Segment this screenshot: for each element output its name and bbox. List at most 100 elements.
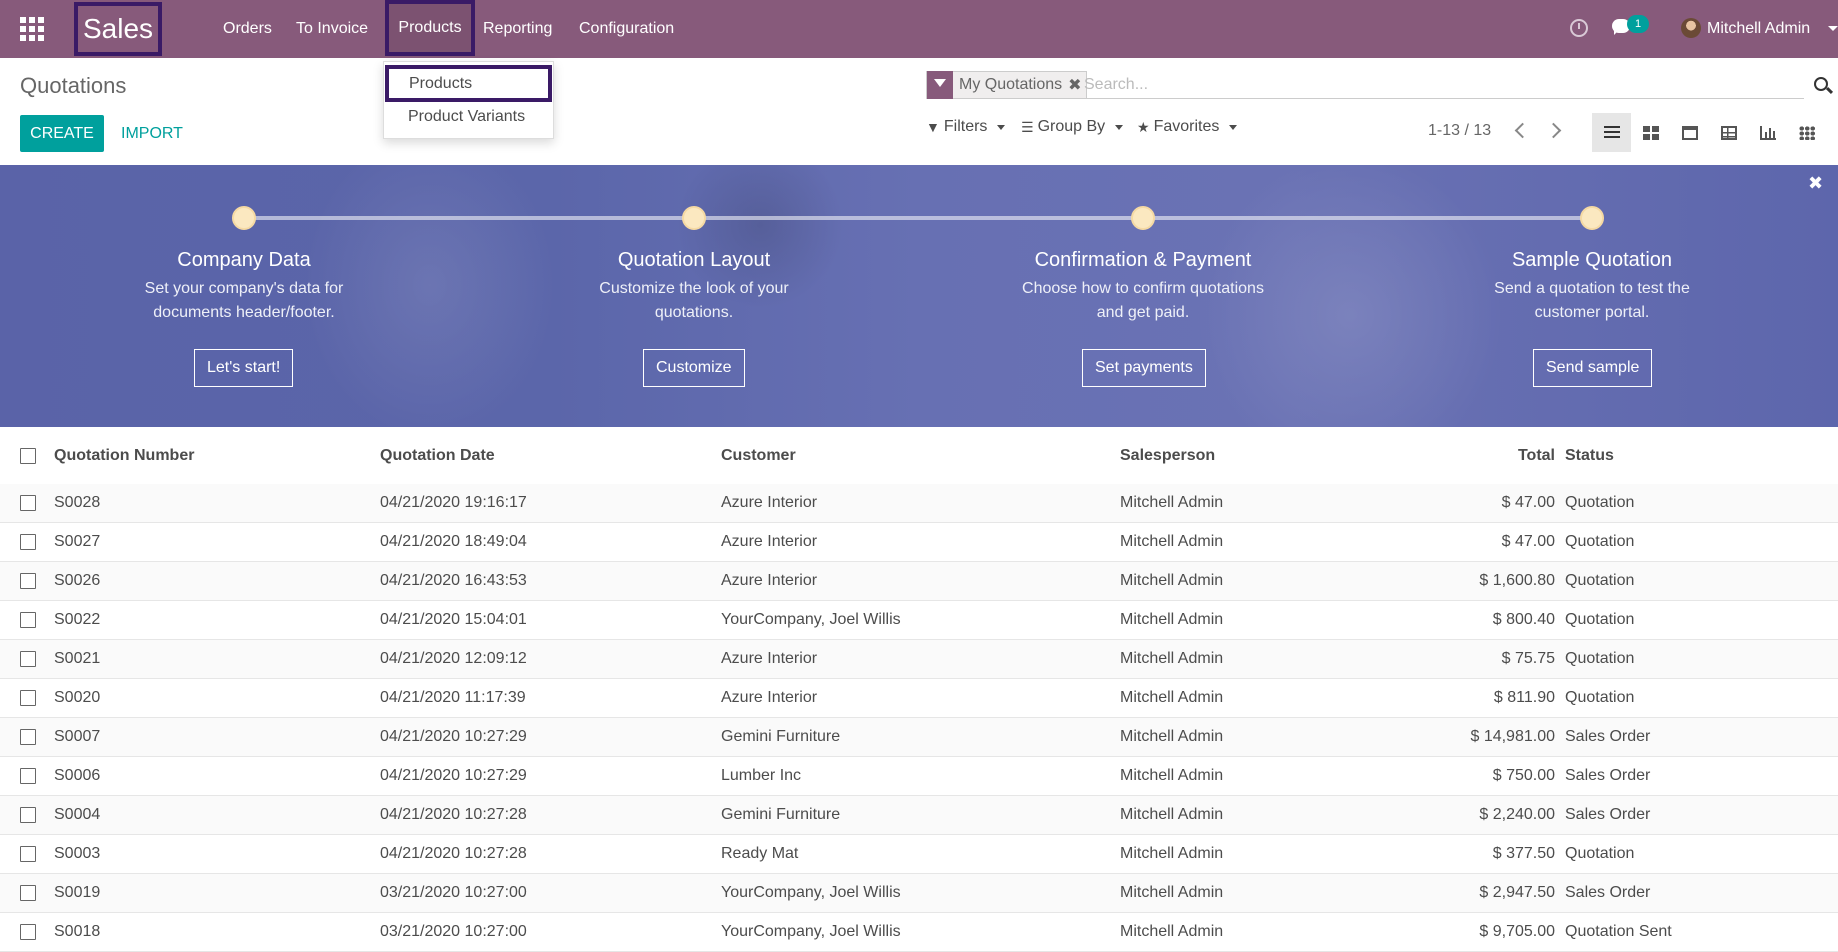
facet-label: My Quotations — [959, 76, 1063, 93]
cell-status: Quotation — [1565, 689, 1635, 706]
table-row[interactable]: S0007 04/21/2020 10:27:29 Gemini Furniture… — [0, 718, 1838, 757]
calendar-view-button[interactable] — [1670, 113, 1709, 152]
apps-menu-icon[interactable] — [20, 17, 44, 41]
step-dot — [1580, 206, 1604, 230]
customize-button[interactable]: Customize — [643, 349, 745, 387]
table-row[interactable]: S0019 03/21/2020 10:27:00 YourCompany, Joe… — [0, 874, 1838, 913]
row-checkbox[interactable] — [20, 846, 36, 862]
facet-remove-icon[interactable]: ✖ — [1068, 75, 1085, 95]
dropdown-item-products[interactable]: Products — [385, 65, 552, 102]
cell-customer: YourCompany, Joel Willis — [721, 923, 901, 940]
step-description: Send a quotation to test the — [1494, 280, 1690, 297]
row-checkbox[interactable] — [20, 729, 36, 745]
col-customer[interactable]: Customer — [721, 437, 796, 475]
row-checkbox[interactable] — [20, 612, 36, 628]
cell-status: Quotation Sent — [1565, 923, 1672, 940]
row-checkbox[interactable] — [20, 807, 36, 823]
progress-track — [244, 216, 1592, 220]
table-row[interactable]: S0022 04/21/2020 15:04:01 YourCompany, Joe… — [0, 601, 1838, 640]
favorites-dropdown[interactable]: ★ Favorites — [1137, 118, 1238, 136]
user-menu[interactable]: Mitchell Admin — [1707, 0, 1810, 58]
cell-quotation-number: S0019 — [54, 884, 101, 901]
set-payments-button[interactable]: Set payments — [1082, 349, 1206, 387]
step-quotation-layout: Quotation Layout Customize the look of y… — [544, 248, 844, 325]
create-button[interactable]: CREATE — [20, 115, 104, 152]
cell-total: $ 47.00 — [1501, 494, 1555, 511]
user-avatar[interactable] — [1681, 18, 1701, 38]
table-row[interactable]: S0027 04/21/2020 18:49:04 Azure Interior Mi… — [0, 523, 1838, 562]
col-status[interactable]: Status — [1565, 437, 1614, 475]
search-facet: My Quotations ✖ — [926, 71, 1087, 99]
import-button[interactable]: IMPORT — [121, 115, 183, 152]
cell-salesperson: Mitchell Admin — [1120, 533, 1224, 550]
cell-quotation-number: S0006 — [54, 767, 101, 784]
filter-icon — [927, 71, 953, 99]
lets-start-button[interactable]: Let's start! — [194, 349, 294, 387]
filters-dropdown[interactable]: ▼ Filters — [926, 118, 1006, 136]
graph-view-button[interactable] — [1748, 113, 1787, 152]
row-checkbox[interactable] — [20, 924, 36, 940]
cell-salesperson: Mitchell Admin — [1120, 494, 1224, 511]
cell-status: Quotation — [1565, 533, 1635, 550]
table-row[interactable]: S0006 04/21/2020 10:27:29 Lumber Inc Mitche… — [0, 757, 1838, 796]
menu-orders[interactable]: Orders — [210, 0, 285, 58]
col-salesperson[interactable]: Salesperson — [1120, 437, 1215, 475]
cell-status: Quotation — [1565, 611, 1635, 628]
cell-customer: Azure Interior — [721, 533, 818, 550]
table-row[interactable]: S0018 03/21/2020 10:27:00 YourCompany, Joe… — [0, 913, 1838, 952]
search-icon[interactable] — [1814, 77, 1828, 91]
search-input[interactable] — [1084, 71, 1804, 99]
star-icon: ★ — [1137, 118, 1150, 135]
table-row[interactable]: S0020 04/21/2020 11:17:39 Azure Interior Mi… — [0, 679, 1838, 718]
row-checkbox[interactable] — [20, 690, 36, 706]
cell-quotation-number: S0028 — [54, 494, 101, 511]
menu-products[interactable]: Products — [385, 0, 475, 56]
cell-quotation-number: S0026 — [54, 572, 101, 589]
pager-previous-icon[interactable] — [1514, 122, 1524, 138]
row-checkbox[interactable] — [20, 573, 36, 589]
table-row[interactable]: S0026 04/21/2020 16:43:53 Azure Interior Mi… — [0, 562, 1838, 601]
activity-view-button[interactable] — [1787, 113, 1826, 152]
col-quotation-number[interactable]: Quotation Number — [54, 437, 194, 475]
col-quotation-date[interactable]: Quotation Date — [380, 437, 495, 475]
cell-total: $ 2,947.50 — [1479, 884, 1555, 901]
table-row[interactable]: S0003 04/21/2020 10:27:28 Ready Mat Mitchel… — [0, 835, 1838, 874]
step-description: documents header/footer. — [153, 304, 335, 321]
kanban-view-icon — [1642, 125, 1659, 140]
group-by-dropdown[interactable]: ☰ Group By — [1021, 118, 1124, 136]
row-checkbox[interactable] — [20, 651, 36, 667]
cell-total: $ 75.75 — [1501, 650, 1555, 667]
cell-total: $ 377.50 — [1492, 845, 1555, 862]
activity-clock-icon[interactable] — [1570, 19, 1588, 37]
dropdown-item-product-variants[interactable]: Product Variants — [384, 102, 553, 132]
pivot-view-button[interactable] — [1709, 113, 1748, 152]
app-brand[interactable]: Sales — [74, 2, 162, 56]
list-view-button[interactable] — [1592, 113, 1631, 152]
row-checkbox[interactable] — [20, 495, 36, 511]
cell-customer: Azure Interior — [721, 650, 818, 667]
col-total[interactable]: Total — [1518, 437, 1555, 475]
row-checkbox[interactable] — [20, 885, 36, 901]
table-row[interactable]: S0004 04/21/2020 10:27:28 Gemini Furniture… — [0, 796, 1838, 835]
pager-value[interactable]: 1-13 / 13 — [1428, 122, 1491, 140]
table-row[interactable]: S0021 04/21/2020 12:09:12 Azure Interior Mi… — [0, 640, 1838, 679]
select-all-checkbox[interactable] — [20, 448, 36, 464]
send-sample-button[interactable]: Send sample — [1533, 349, 1653, 387]
pivot-view-icon — [1720, 125, 1737, 140]
step-title: Company Data — [177, 249, 311, 271]
menu-reporting[interactable]: Reporting — [470, 0, 565, 58]
menu-configuration[interactable]: Configuration — [566, 0, 687, 58]
row-checkbox[interactable] — [20, 768, 36, 784]
close-icon[interactable]: ✖ — [1808, 173, 1823, 194]
step-dot — [682, 206, 706, 230]
row-checkbox[interactable] — [20, 534, 36, 550]
cell-salesperson: Mitchell Admin — [1120, 611, 1224, 628]
group-by-bars-icon: ☰ — [1021, 118, 1034, 135]
table-row[interactable]: S0028 04/21/2020 19:16:17 Azure Interior Mi… — [0, 484, 1838, 523]
user-menu-caret-icon[interactable] — [1828, 26, 1838, 31]
cell-total: $ 750.00 — [1492, 767, 1555, 784]
menu-to-invoice[interactable]: To Invoice — [283, 0, 381, 58]
kanban-view-button[interactable] — [1631, 113, 1670, 152]
pager-next-icon[interactable] — [1549, 122, 1559, 138]
step-title: Confirmation & Payment — [1034, 249, 1252, 271]
